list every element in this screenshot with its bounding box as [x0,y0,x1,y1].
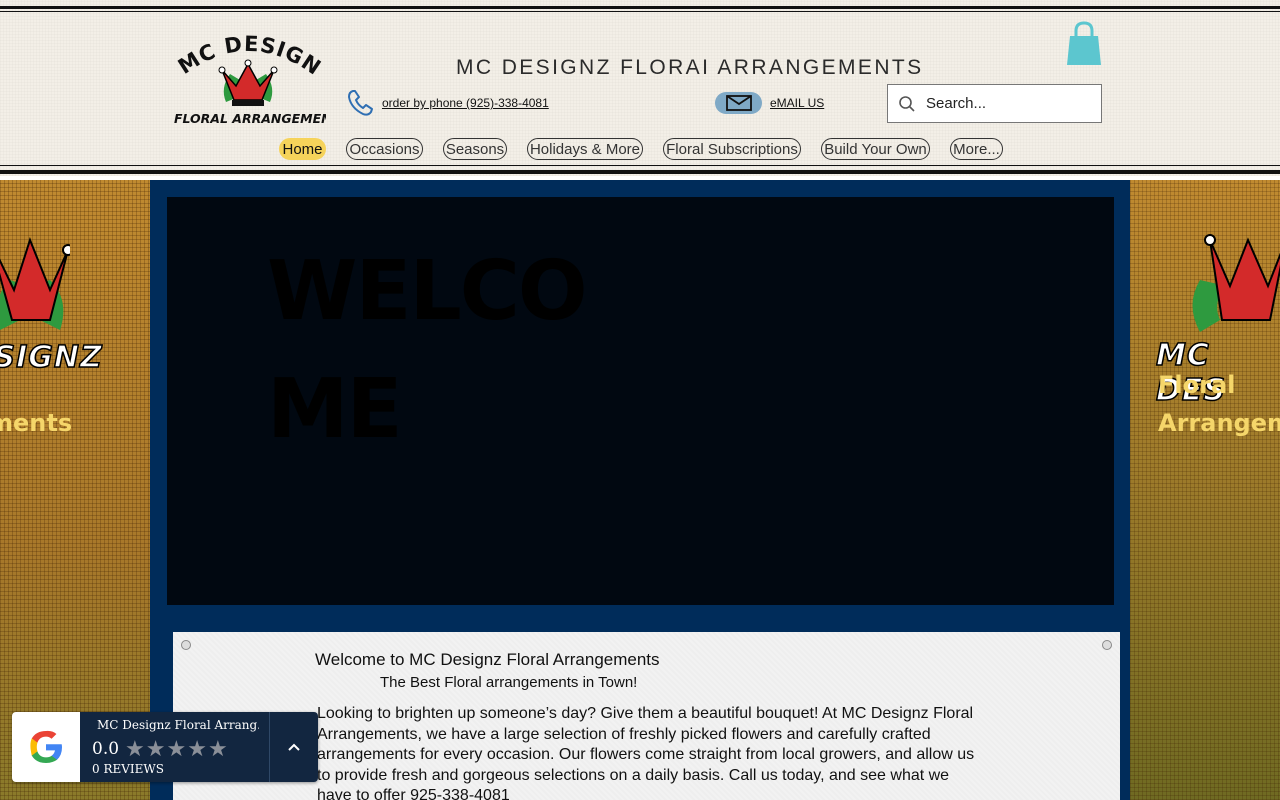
review-info[interactable]: MC Designz Floral Arrang... 0.0 ★ ★ ★ ★ … [80,712,269,782]
jester-crown-icon [0,237,70,330]
review-score: 0.0 [92,739,120,759]
pin-icon [181,640,191,650]
card-title: Welcome to MC Designz Floral Arrangement… [315,650,660,669]
header-bottom-rule [0,170,1280,174]
shopping-bag-icon[interactable] [1064,20,1104,68]
search-icon [899,95,915,112]
review-business-label: MC Designz Floral Arrang... [97,718,259,732]
google-reviews-widget[interactable]: MC Designz Floral Arrang... 0.0 ★ ★ ★ ★ … [12,712,318,782]
left-side-text: ments [0,409,73,437]
header-bottom-rule-thin [0,165,1280,166]
logo-subtext: FLORAL ARRANGEMENTS [174,111,326,126]
header-top-rule [0,6,1280,9]
star-icon: ★ [125,736,145,761]
right-decor-panel: MC DES Floral Arrangem [1130,180,1280,800]
review-rating-row: 0.0 ★ ★ ★ ★ ★ [92,738,259,760]
hero-welcome-text: WELCOME [267,244,588,457]
header-top-rule-thin [0,11,1280,12]
site-logo[interactable]: MC DESIGNZ FLORAL ARRANGEMENTS [170,30,326,130]
nav-occasions[interactable]: Occasions [346,138,423,160]
card-body: Looking to brighten up someone’s day? Gi… [317,705,975,800]
site-header: MC DESIGNZ FLORAL ARRANGEMENTS MC DESIGN… [0,0,1280,176]
nav-build-your-own[interactable]: Build Your Own [821,138,930,160]
nav-floral-subscriptions[interactable]: Floral Subscriptions [663,138,801,160]
nav-seasons[interactable]: Seasons [443,138,507,160]
search-box[interactable] [887,84,1102,123]
expand-widget-button[interactable] [269,712,318,782]
star-rating: ★ ★ ★ ★ ★ [125,738,228,760]
mail-icon [715,92,762,114]
site-title: MC DESIGNZ FLORAI ARRANGEMENTS [456,56,924,79]
right-side-text-line1: Floral [1158,371,1236,399]
star-icon: ★ [187,736,207,761]
search-input[interactable] [926,95,1086,112]
star-icon: ★ [145,736,166,761]
review-count: 0 REVIEWS [92,762,164,776]
phone-order[interactable]: order by phone (925)-338-4081 [346,88,549,118]
email-contact[interactable]: eMAIL US [715,92,824,114]
left-decor-panel: ESIGNZ ments [0,180,150,800]
card-subtitle: The Best Floral arrangements in Town! [380,674,638,691]
email-link[interactable]: eMAIL US [770,96,824,110]
phone-icon [348,90,373,116]
pin-icon [1102,640,1112,650]
main-content: WELCOME Welcome to MC Designz Floral Arr… [150,180,1130,800]
nav-holidays[interactable]: Holidays & More [527,138,643,160]
nav-more[interactable]: More... [950,138,1003,160]
left-brand-text: ESIGNZ [0,339,103,376]
hero-video[interactable]: WELCOME [167,197,1114,605]
nav-home[interactable]: Home [279,138,326,160]
right-side-text: Floral Arrangem [1158,366,1280,442]
chevron-up-icon [288,743,300,751]
phone-link[interactable]: order by phone (925)-338-4081 [382,96,549,110]
jester-crown-icon [1192,234,1280,332]
review-business-name: MC Designz Floral Arrang... [92,718,259,732]
right-side-text-line2: Arrangem [1158,409,1280,437]
star-icon: ★ [207,736,228,761]
star-icon: ★ [166,736,187,761]
google-logo-icon [12,712,80,782]
